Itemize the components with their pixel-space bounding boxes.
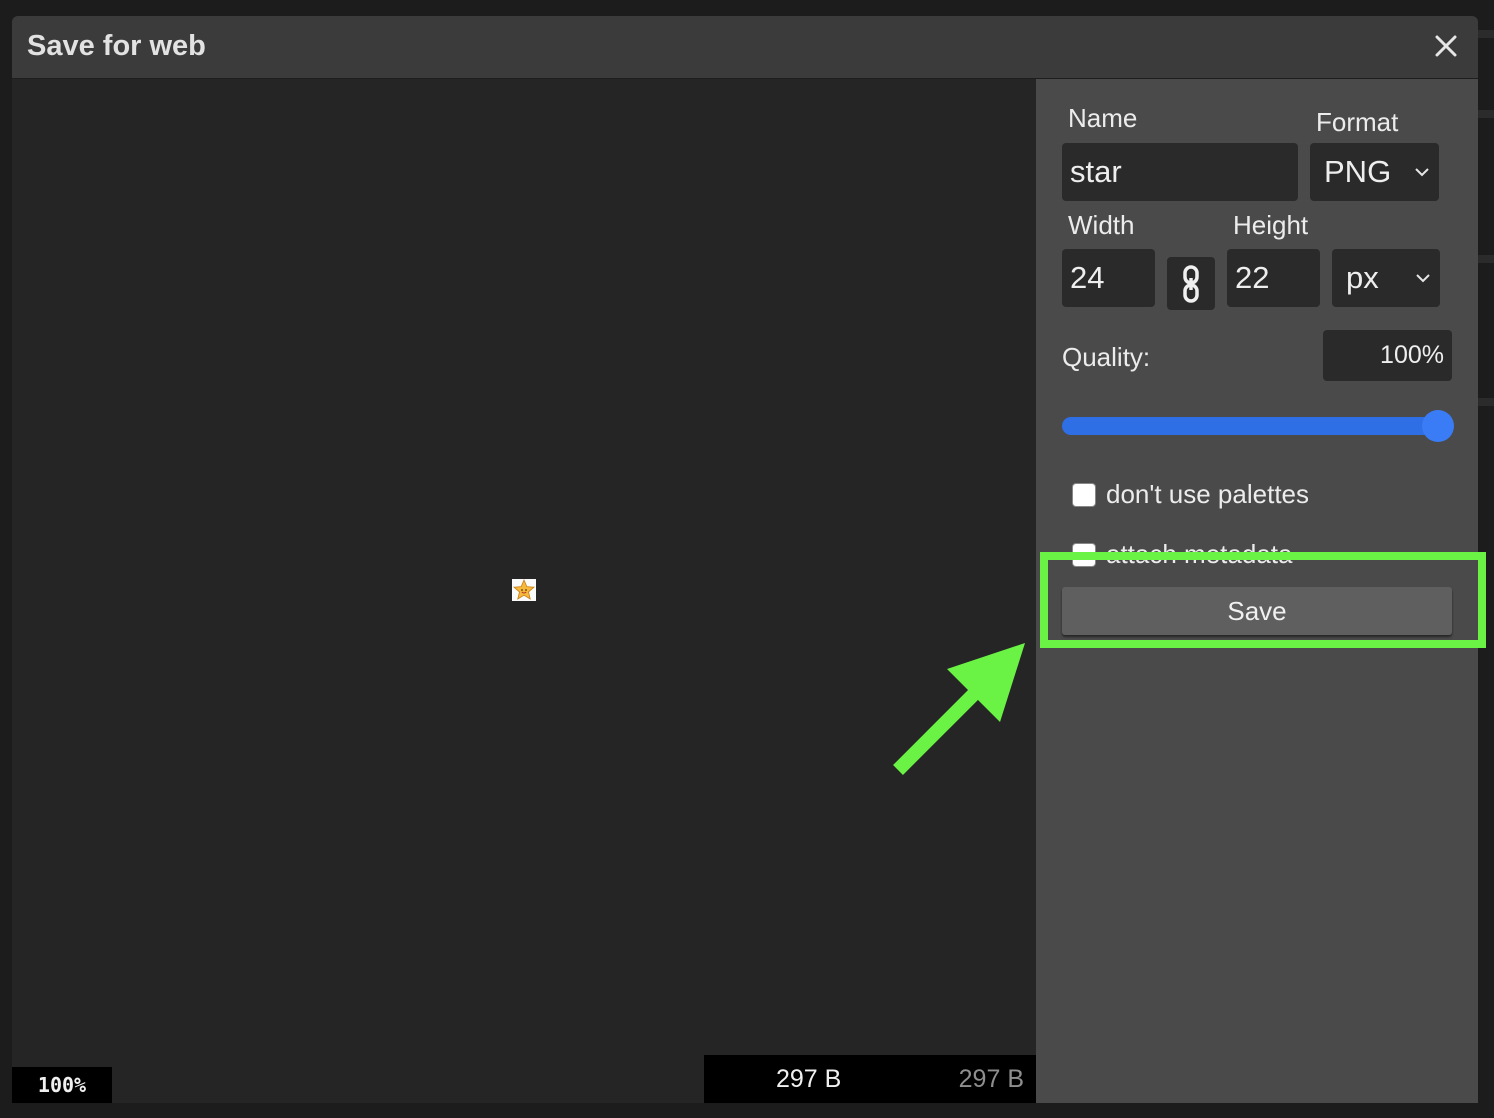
quality-slider[interactable] [1062, 410, 1454, 442]
quality-field[interactable]: 100% [1323, 330, 1452, 381]
file-size-box: 297 B 297 B [704, 1055, 1036, 1103]
name-field[interactable]: star [1062, 143, 1298, 201]
close-icon [1435, 35, 1457, 57]
chevron-down-icon [1416, 274, 1430, 283]
dialog-title: Save for web [27, 30, 206, 62]
format-label: Format [1316, 107, 1399, 137]
attach-metadata-checkbox[interactable] [1072, 542, 1096, 567]
dialog-titlebar: Save for web [12, 16, 1478, 79]
save-button[interactable]: Save [1062, 587, 1452, 635]
unit-select[interactable]: px [1332, 249, 1440, 307]
attach-metadata-option[interactable]: attach metadata [1072, 539, 1292, 570]
chevron-down-icon [1415, 168, 1429, 177]
dont-use-palettes-checkbox[interactable] [1072, 482, 1096, 507]
background-edge [1478, 255, 1494, 263]
attach-metadata-label: attach metadata [1106, 539, 1293, 569]
file-size-original: 297 B [958, 1065, 1024, 1093]
image-preview-area[interactable]: 100% 297 B 297 B [12, 79, 1036, 1103]
close-button[interactable] [1430, 30, 1462, 62]
quality-label: Quality: [1062, 342, 1151, 372]
width-field[interactable]: 24 [1062, 249, 1155, 307]
background-edge [1478, 30, 1494, 38]
background-edge [1478, 398, 1494, 406]
preview-image [512, 578, 536, 601]
chain-link-icon [1183, 264, 1199, 303]
link-dimensions-button[interactable] [1167, 257, 1215, 310]
format-select-value: PNG [1324, 154, 1392, 189]
dont-use-palettes-label: don't use palettes [1106, 479, 1309, 509]
slider-thumb[interactable] [1422, 410, 1454, 442]
save-for-web-dialog: Save for web 100% 297 B 297 B Name Forma… [12, 16, 1478, 1103]
export-settings-panel: Name Format star PNG Width Height 24 22 … [1036, 79, 1478, 1103]
file-size-current: 297 B [776, 1065, 842, 1093]
background-edge [1478, 110, 1494, 118]
zoom-level: 100% [12, 1067, 112, 1103]
width-label: Width [1068, 210, 1135, 240]
star-icon [513, 578, 535, 600]
height-label: Height [1233, 210, 1309, 240]
format-select[interactable]: PNG [1310, 143, 1439, 201]
slider-track [1062, 417, 1452, 435]
height-field[interactable]: 22 [1227, 249, 1320, 307]
dont-use-palettes-option[interactable]: don't use palettes [1072, 479, 1309, 510]
unit-select-value: px [1346, 260, 1379, 295]
name-label: Name [1068, 103, 1138, 133]
